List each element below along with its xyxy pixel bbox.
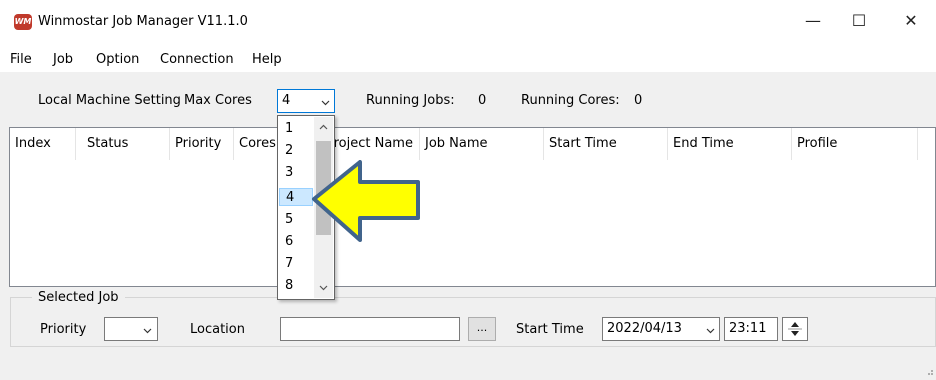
column-header-status[interactable]: Status xyxy=(82,128,170,160)
column-header-index[interactable]: Index xyxy=(10,128,76,160)
status-bar xyxy=(0,362,936,380)
start-time-value: 23:11 xyxy=(729,321,767,336)
max-cores-value: 4 xyxy=(282,93,291,108)
yellow-pointer-arrow-icon xyxy=(312,160,420,242)
menu-job[interactable]: Job xyxy=(53,52,73,67)
location-label: Location xyxy=(190,322,245,337)
start-time-input[interactable]: 23:11 xyxy=(724,317,778,341)
running-cores-value: 0 xyxy=(634,93,643,108)
start-time-label: Start Time xyxy=(516,322,584,337)
dropdown-option-8[interactable]: 8 xyxy=(279,277,313,295)
chevron-down-icon xyxy=(321,100,330,106)
spin-up-down-icon xyxy=(788,322,802,336)
max-cores-select[interactable]: 4 xyxy=(277,89,335,113)
maximize-button[interactable]: ☐ xyxy=(836,6,882,36)
dropdown-option-1[interactable]: 1 xyxy=(279,120,313,138)
running-jobs-label: Running Jobs: xyxy=(366,93,455,108)
menu-option[interactable]: Option xyxy=(96,52,139,67)
minimize-button[interactable]: — xyxy=(790,6,836,36)
menu-bar xyxy=(0,42,936,72)
window-title: Winmostar Job Manager V11.1.0 xyxy=(38,14,248,29)
selected-job-group-label: Selected Job xyxy=(32,290,125,305)
scroll-up-arrow-icon[interactable] xyxy=(319,123,328,132)
close-button[interactable]: ✕ xyxy=(888,6,934,36)
menu-file[interactable]: File xyxy=(10,52,32,67)
start-date-picker[interactable]: 2022/04/13 xyxy=(602,317,720,341)
running-jobs-value: 0 xyxy=(478,93,487,108)
chevron-down-icon xyxy=(706,328,715,334)
column-header-end-time[interactable]: End Time xyxy=(668,128,792,160)
dropdown-option-7[interactable]: 7 xyxy=(279,255,313,273)
scroll-down-arrow-icon[interactable] xyxy=(319,283,328,292)
column-header-profile[interactable]: Profile xyxy=(792,128,918,160)
menu-help[interactable]: Help xyxy=(252,52,282,67)
column-header-job-name[interactable]: Job Name xyxy=(420,128,544,160)
max-cores-label: Max Cores xyxy=(184,93,252,108)
column-header-priority[interactable]: Priority xyxy=(170,128,234,160)
winmostar-app-icon: WM xyxy=(14,14,32,30)
start-date-value: 2022/04/13 xyxy=(607,321,682,336)
job-list-table[interactable]: Index Status Priority Cores Project Name… xyxy=(9,127,936,287)
running-cores-label: Running Cores: xyxy=(521,93,620,108)
local-machine-setting-label: Local Machine Setting xyxy=(38,93,181,108)
location-input[interactable] xyxy=(280,317,460,341)
browse-location-button[interactable]: ... xyxy=(468,317,496,341)
menu-connection[interactable]: Connection xyxy=(160,52,234,67)
time-spin-button[interactable] xyxy=(782,317,808,341)
priority-select[interactable] xyxy=(104,317,158,341)
chevron-down-icon xyxy=(143,328,152,334)
dropdown-option-2[interactable]: 2 xyxy=(279,142,313,160)
resize-grip-icon[interactable] xyxy=(924,366,934,376)
priority-label: Priority xyxy=(40,322,87,337)
column-header-start-time[interactable]: Start Time xyxy=(544,128,668,160)
